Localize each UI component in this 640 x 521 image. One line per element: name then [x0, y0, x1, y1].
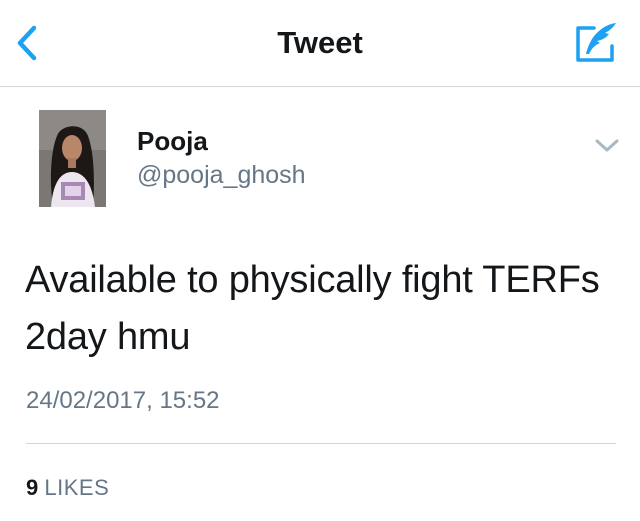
- avatar[interactable]: [39, 110, 106, 207]
- author-name[interactable]: Pooja: [137, 125, 208, 157]
- page-title: Tweet: [277, 25, 363, 60]
- compose-tweet-button[interactable]: [572, 20, 620, 64]
- tweet-menu-button[interactable]: [592, 135, 622, 157]
- chevron-down-icon: [595, 139, 619, 152]
- likes-count: 9: [26, 475, 39, 500]
- tweet-timestamp: 24/02/2017, 15:52: [26, 387, 220, 414]
- divider: [26, 443, 616, 444]
- tweet-text: Available to physically fight TERFs 2day…: [25, 259, 600, 358]
- compose-tweet-icon: [576, 23, 616, 62]
- author-handle[interactable]: @pooja_ghosh: [137, 159, 306, 191]
- tweet-detail: Pooja @pooja_ghosh Available to physical…: [0, 87, 640, 521]
- profile-photo: [39, 110, 106, 207]
- navigation-bar: Tweet: [0, 0, 640, 87]
- likes-stat[interactable]: 9 LIKES: [26, 473, 109, 503]
- likes-label: LIKES: [44, 475, 110, 500]
